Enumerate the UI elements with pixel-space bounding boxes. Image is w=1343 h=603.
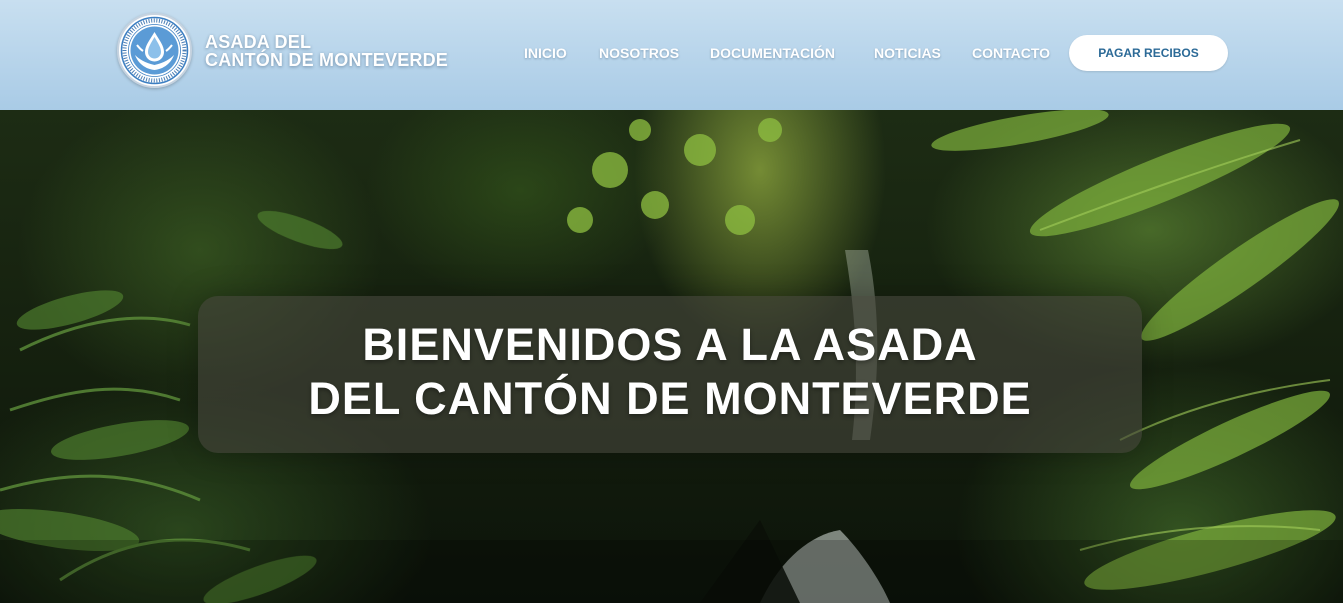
nav-contacto[interactable]: CONTACTO [972, 44, 1050, 62]
nav-inicio[interactable]: INICIO [524, 44, 567, 62]
welcome-title-line-2: DEL CANTÓN DE MONTEVERDE [308, 373, 1032, 424]
welcome-title-line-1: BIENVENIDOS A LA ASADA [362, 319, 978, 370]
welcome-banner: BIENVENIDOS A LA ASADA DEL CANTÓN DE MON… [198, 296, 1142, 453]
nav-nosotros[interactable]: NOSOTROS [599, 44, 679, 62]
pay-receipts-button[interactable]: PAGAR RECIBOS [1069, 35, 1228, 71]
site-header: ASADA DEL CANTÓN DE MONTEVERDE INICIO NO… [0, 0, 1343, 110]
welcome-title: BIENVENIDOS A LA ASADA DEL CANTÓN DE MON… [198, 318, 1142, 426]
nav-documentacion[interactable]: DOCUMENTACIÓN [710, 44, 835, 62]
hero-section: BIENVENIDOS A LA ASADA DEL CANTÓN DE MON… [0, 110, 1343, 603]
nav-noticias[interactable]: NOTICIAS [874, 44, 941, 62]
